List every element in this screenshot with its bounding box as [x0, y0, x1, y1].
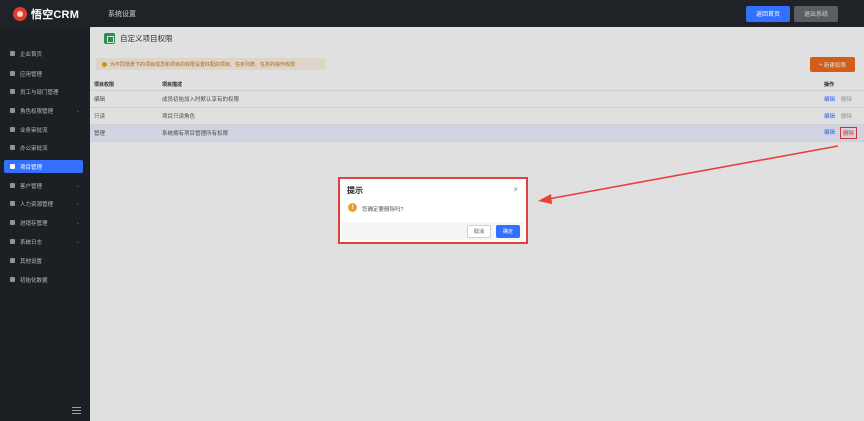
logout-button[interactable]: 退出系统: [794, 5, 838, 22]
collapse-menu-icon[interactable]: [72, 407, 81, 414]
sidebar-item-office-approval[interactable]: 办公审批流: [0, 141, 90, 154]
sidebar-item-logs[interactable]: 系统日志 ⌄: [0, 235, 90, 248]
confirm-dialog: 提示 × ! 您确定要删除吗? 取消 确定: [342, 181, 524, 240]
cancel-button[interactable]: 取消: [467, 225, 491, 238]
sidebar-item-staff[interactable]: 员工与部门管理: [0, 85, 90, 98]
grid-icon: [10, 71, 15, 76]
approval-icon: [10, 145, 15, 150]
close-icon[interactable]: ×: [513, 185, 518, 194]
hr-icon: [10, 201, 15, 206]
project-icon: [10, 164, 15, 169]
user-role-icon: [10, 108, 15, 113]
sidebar-item-customers[interactable]: 客户管理 ⌄: [0, 179, 90, 192]
chevron-down-icon: ⌄: [75, 238, 80, 245]
log-icon: [10, 239, 15, 244]
sidebar-item-roles[interactable]: 角色权限管理 ⌄: [0, 104, 90, 117]
sidebar-item-other-settings[interactable]: 其他设置: [0, 254, 90, 267]
sidebar-item-business-approval[interactable]: 业务审批流: [0, 123, 90, 136]
sidebar-item-home[interactable]: 企业首页: [0, 47, 90, 60]
nav-system-settings[interactable]: 系统设置: [108, 9, 136, 19]
approval-icon: [10, 127, 15, 132]
chevron-down-icon: ⌄: [75, 182, 80, 189]
chevron-down-icon: ⌄: [75, 107, 80, 114]
sidebar: 企业首页 应用管理 员工与部门管理 角色权限管理 ⌄ 业务审批流 办公审批流 项目…: [0, 27, 90, 421]
sidebar-item-hr[interactable]: 人力资源管理 ⌄: [0, 197, 90, 210]
sidebar-item-inventory[interactable]: 进销存管理 ⌄: [0, 216, 90, 229]
home-button[interactable]: 返回首页: [746, 5, 790, 22]
logo[interactable]: 悟空CRM: [0, 6, 90, 22]
inventory-icon: [10, 220, 15, 225]
sidebar-item-init-data[interactable]: 初始化数据: [0, 273, 90, 286]
sidebar-item-projects[interactable]: 项目管理: [4, 160, 83, 173]
chevron-down-icon: ⌄: [75, 219, 80, 226]
monkey-logo-icon: [13, 6, 27, 21]
logo-text: 悟空CRM: [31, 8, 80, 21]
confirm-button[interactable]: 确定: [496, 225, 520, 238]
dialog-message: 您确定要删除吗?: [362, 207, 404, 213]
users-icon: [10, 89, 15, 94]
gear-icon: [10, 258, 15, 263]
chevron-down-icon: ⌄: [75, 200, 80, 207]
top-header: 悟空CRM 系统设置 返回首页 退出系统: [0, 0, 864, 27]
customer-icon: [10, 183, 15, 188]
sidebar-item-apps[interactable]: 应用管理: [0, 67, 90, 80]
chart-icon: [10, 277, 15, 282]
dialog-highlight-frame: 提示 × ! 您确定要删除吗? 取消 确定: [338, 177, 528, 244]
warning-icon: !: [348, 203, 357, 212]
dialog-title: 提示: [347, 186, 363, 195]
home-icon: [10, 51, 15, 56]
